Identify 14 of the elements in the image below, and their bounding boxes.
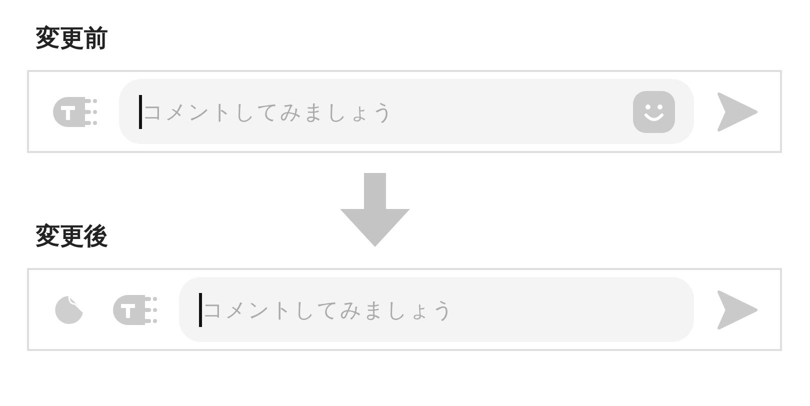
text-cursor [199, 292, 202, 326]
send-icon[interactable] [716, 290, 758, 330]
text-cursor [139, 94, 142, 128]
send-icon[interactable] [716, 92, 758, 132]
text-effect-icon[interactable] [111, 292, 159, 326]
comment-placeholder: コメントしてみましょう [142, 98, 396, 126]
text-effect-icon[interactable] [51, 94, 99, 128]
comment-input[interactable]: コメントしてみましょう [119, 79, 694, 144]
down-arrow-icon [340, 173, 410, 247]
section-heading: 変更後 [36, 221, 109, 252]
comment-placeholder: コメントしてみましょう [202, 296, 456, 324]
section-heading: 変更前 [36, 23, 109, 54]
comment-input[interactable]: コメントしてみましょう [179, 277, 694, 342]
emoji-icon[interactable] [632, 90, 676, 134]
